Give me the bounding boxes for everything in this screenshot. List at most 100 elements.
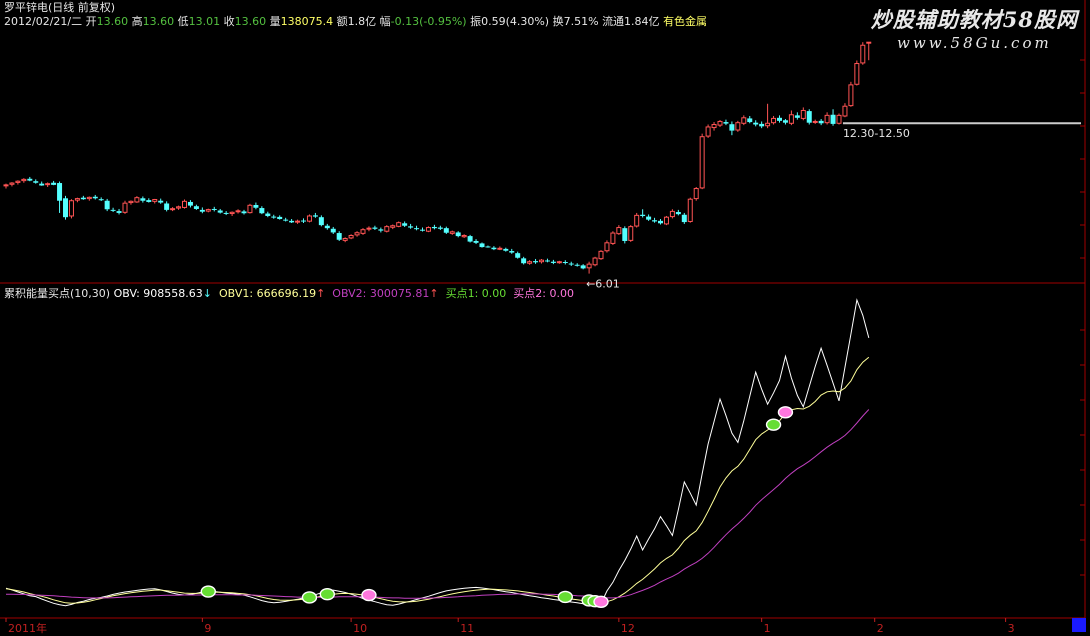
candle-body-down[interactable] <box>57 183 63 201</box>
candle-body-down[interactable] <box>253 205 259 208</box>
candle-body-down[interactable] <box>211 208 217 210</box>
candle-body-up[interactable] <box>800 109 806 119</box>
candle-body-up[interactable] <box>396 222 402 227</box>
candle-body-down[interactable] <box>92 196 98 199</box>
candle-body-up[interactable] <box>15 180 21 183</box>
candle-body-up[interactable] <box>235 210 241 213</box>
candle-body-up[interactable] <box>699 136 705 189</box>
candle-body-up[interactable] <box>788 114 794 124</box>
candle-body-down[interactable] <box>521 258 527 264</box>
candle-body-up[interactable] <box>848 84 854 107</box>
candle-body-down[interactable] <box>622 228 628 241</box>
buy1-marker[interactable] <box>301 591 318 604</box>
candle-body-down[interactable] <box>372 227 378 229</box>
candle-body-down[interactable] <box>80 197 86 200</box>
candle-body-up[interactable] <box>616 227 622 235</box>
candle-body-up[interactable] <box>771 117 777 124</box>
candle-body-down[interactable] <box>223 212 229 214</box>
candle-body-down[interactable] <box>158 200 164 203</box>
candle-body-down[interactable] <box>63 198 68 218</box>
candle-body-down[interactable] <box>652 220 658 222</box>
buy2-marker[interactable] <box>777 406 794 419</box>
buy2-marker[interactable] <box>361 588 377 602</box>
candle-body-down[interactable] <box>544 260 550 262</box>
candle-body-up[interactable] <box>860 44 866 64</box>
candle-body-up[interactable] <box>152 199 158 202</box>
candle-body-up[interactable] <box>170 208 176 211</box>
candle-body-down[interactable] <box>140 198 146 201</box>
candle-body-down[interactable] <box>431 226 437 229</box>
candle-body-down[interactable] <box>116 211 122 213</box>
candle-body-up[interactable] <box>74 198 80 201</box>
candle-body-up[interactable] <box>610 232 616 244</box>
candle-body-up[interactable] <box>342 238 348 241</box>
candle-body-up[interactable] <box>45 183 51 186</box>
candle-body-up[interactable] <box>628 226 634 241</box>
candle-body-up[interactable] <box>354 232 360 236</box>
candle-body-up[interactable] <box>205 209 211 212</box>
candle-body-down[interactable] <box>574 264 580 266</box>
candle-body-up[interactable] <box>741 117 747 124</box>
candle-body-up[interactable] <box>134 197 140 203</box>
candle-body-down[interactable] <box>729 124 735 131</box>
candle-body-down[interactable] <box>747 118 753 123</box>
buy1-marker[interactable] <box>319 588 335 601</box>
candle-body-up[interactable] <box>598 250 604 260</box>
candle-body-down[interactable] <box>473 240 479 243</box>
candle-body-down[interactable] <box>479 243 485 248</box>
candle-body-up[interactable] <box>586 263 592 269</box>
candle-body-up[interactable] <box>247 204 253 214</box>
candle-body-up[interactable] <box>592 257 598 266</box>
candle-body-down[interactable] <box>533 261 539 263</box>
candle-body-down[interactable] <box>414 228 420 230</box>
candle-body-down[interactable] <box>51 182 57 185</box>
candle-body-down[interactable] <box>187 201 193 206</box>
candle-body-down[interactable] <box>777 117 782 121</box>
candle-body-up[interactable] <box>836 114 842 124</box>
candle-body-down[interactable] <box>241 211 247 214</box>
candle-body-up[interactable] <box>3 184 9 187</box>
candle-body-up[interactable] <box>812 120 818 123</box>
candle-body-down[interactable] <box>658 220 663 224</box>
candle-body-up[interactable] <box>634 214 640 227</box>
candle-body-up[interactable] <box>86 196 92 200</box>
candle-body-up[interactable] <box>390 225 396 228</box>
candle-body-down[interactable] <box>277 216 283 220</box>
candle-body-down[interactable] <box>318 217 324 226</box>
candle-body-down[interactable] <box>324 225 330 229</box>
candle-body-up[interactable] <box>705 126 711 137</box>
candle-body-down[interactable] <box>283 219 289 221</box>
candle-body-down[interactable] <box>164 203 170 210</box>
candle-body-down[interactable] <box>199 209 205 212</box>
candle-body-down[interactable] <box>675 212 681 215</box>
candle-body-up[interactable] <box>182 200 187 208</box>
candle-body-up[interactable] <box>360 229 366 234</box>
candle-body-down[interactable] <box>782 120 788 123</box>
candle-body-down[interactable] <box>420 229 425 231</box>
candle-body-down[interactable] <box>794 115 800 118</box>
candle-body-down[interactable] <box>443 228 449 233</box>
candle-body-down[interactable] <box>509 251 515 253</box>
candle-body-down[interactable] <box>336 233 342 240</box>
candle-body-down[interactable] <box>455 232 461 237</box>
candle-body-up[interactable] <box>717 120 723 126</box>
candle-body-down[interactable] <box>265 213 271 216</box>
candle-body-up[interactable] <box>128 200 134 204</box>
candle-body-down[interactable] <box>759 123 765 127</box>
candle-body-down[interactable] <box>259 208 265 214</box>
candle-body-down[interactable] <box>485 246 491 248</box>
candle-body-up[interactable] <box>21 178 27 182</box>
candle-body-up[interactable] <box>384 226 390 232</box>
candle-body-up[interactable] <box>842 105 848 117</box>
candle-body-down[interactable] <box>312 215 318 217</box>
candle-body-up[interactable] <box>122 202 128 213</box>
candle-body-up[interactable] <box>348 234 354 239</box>
candle-body-down[interactable] <box>27 178 33 181</box>
candle-body-down[interactable] <box>640 214 646 216</box>
candle-body-up[interactable] <box>765 122 771 127</box>
candle-body-down[interactable] <box>503 248 509 251</box>
candle-body-down[interactable] <box>402 223 408 226</box>
candle-body-up[interactable] <box>461 234 467 238</box>
candle-body-down[interactable] <box>491 247 497 250</box>
candle-body-down[interactable] <box>193 206 199 209</box>
